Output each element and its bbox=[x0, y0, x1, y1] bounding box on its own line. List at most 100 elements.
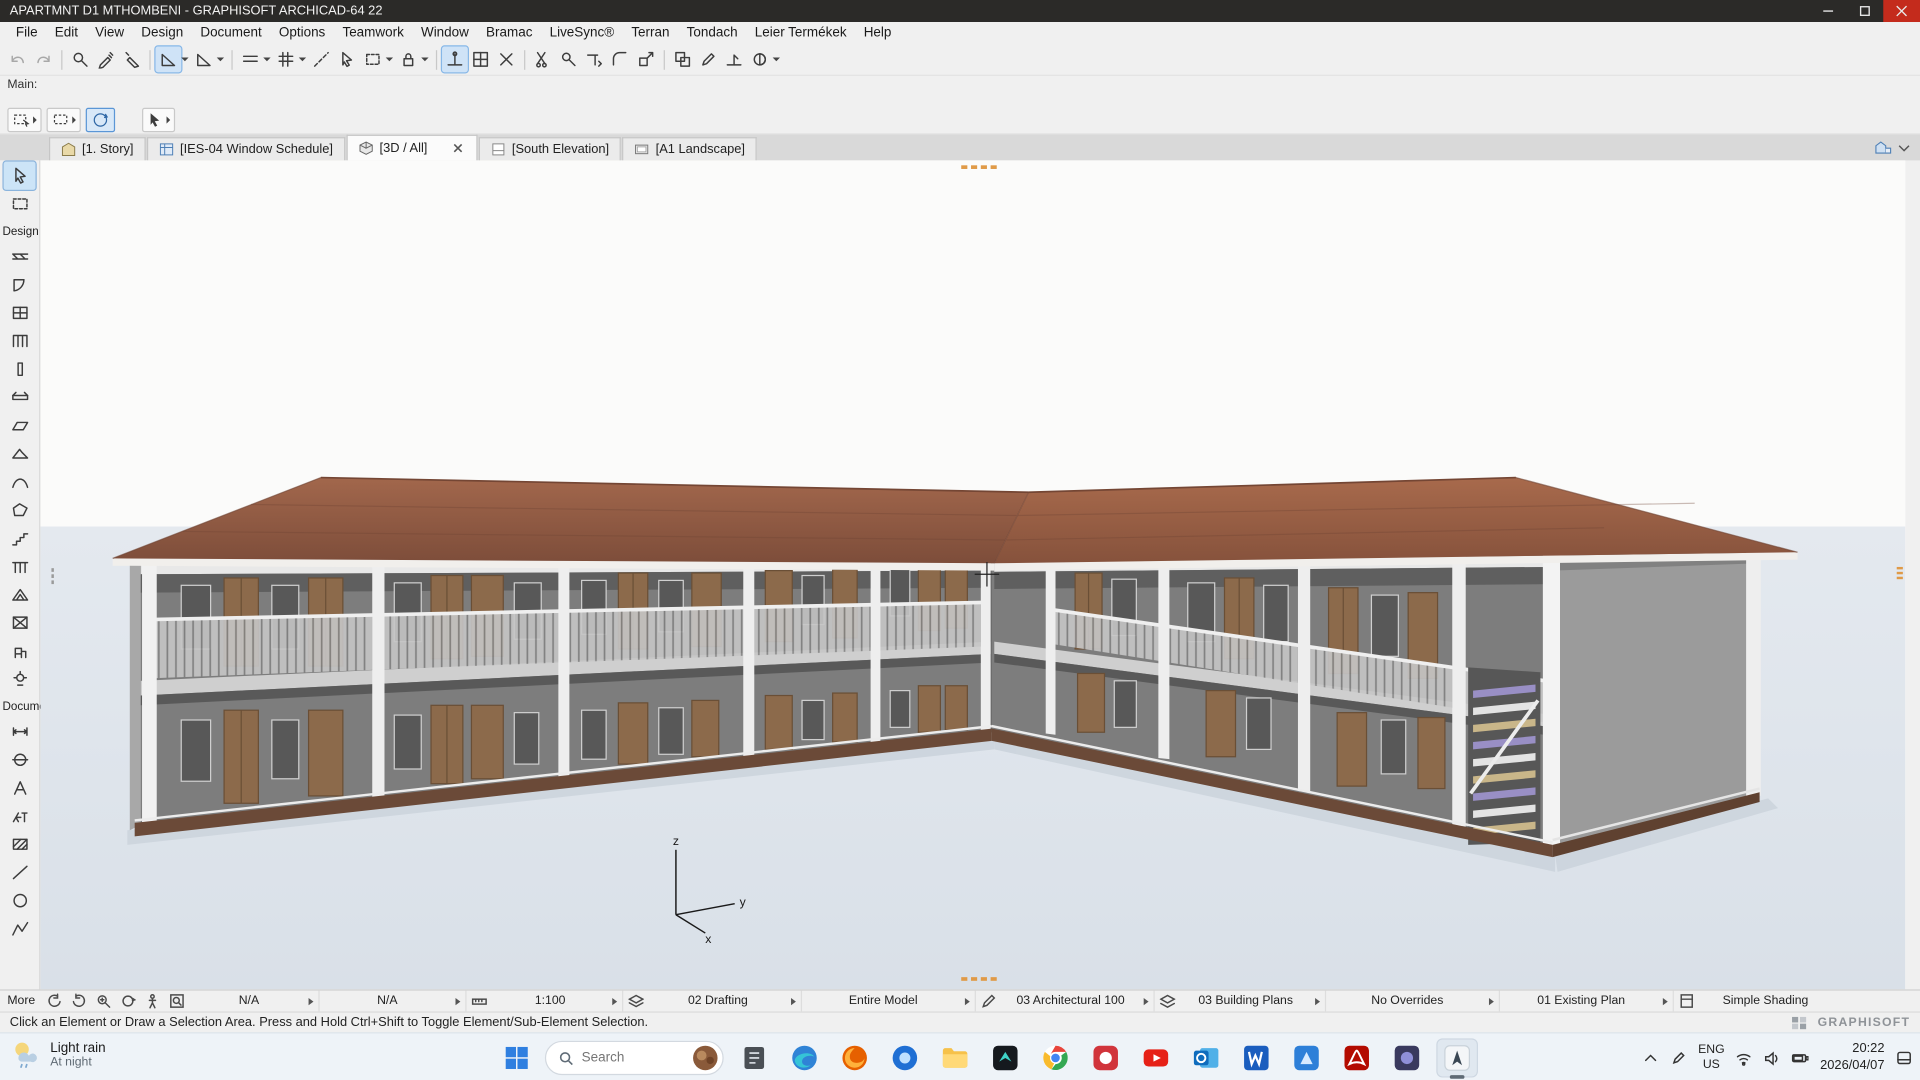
clock[interactable]: 20:22 2026/04/07 bbox=[1820, 1041, 1884, 1073]
zoom-icon[interactable] bbox=[92, 991, 116, 1011]
wall-reference-dropdown-icon[interactable] bbox=[263, 58, 270, 62]
adjust-icon[interactable] bbox=[556, 47, 582, 73]
beam-tool[interactable] bbox=[4, 383, 36, 411]
pen-set-field[interactable]: 03 Architectural 100 bbox=[976, 991, 1155, 1012]
notification-center-icon[interactable] bbox=[1896, 1049, 1913, 1066]
marquee-select-expander-icon[interactable] bbox=[33, 116, 37, 123]
taskbar-search[interactable] bbox=[545, 1041, 724, 1075]
volume-icon[interactable] bbox=[1764, 1049, 1781, 1066]
zone-tool[interactable] bbox=[4, 609, 36, 637]
menu-terran[interactable]: Terran bbox=[623, 24, 678, 41]
taskbar-app-files[interactable] bbox=[735, 1040, 774, 1077]
shadow-settings-icon[interactable] bbox=[747, 47, 773, 73]
menu-livesync[interactable]: LiveSync® bbox=[541, 24, 623, 41]
grid-snap-dropdown-icon[interactable] bbox=[299, 58, 306, 62]
set-square-alt-dropdown-icon[interactable] bbox=[217, 58, 224, 62]
shadow-settings-dropdown-icon[interactable] bbox=[773, 58, 780, 62]
text-tool[interactable] bbox=[4, 774, 36, 802]
more-button[interactable]: More bbox=[0, 994, 43, 1007]
taskbar-app-firefox[interactable] bbox=[835, 1040, 874, 1077]
taskbar-app-archicad[interactable] bbox=[1438, 1040, 1477, 1077]
taskbar-app-acrobat[interactable] bbox=[1337, 1040, 1376, 1077]
close-button[interactable] bbox=[1883, 0, 1920, 22]
annotate-pencil-icon[interactable] bbox=[696, 47, 722, 73]
menu-bramac[interactable]: Bramac bbox=[477, 24, 541, 41]
tab-story[interactable]: [1. Story] bbox=[49, 137, 146, 160]
close-tab-icon[interactable] bbox=[451, 141, 466, 156]
menu-file[interactable]: File bbox=[7, 24, 46, 41]
marquee-options-dropdown-icon[interactable] bbox=[386, 58, 393, 62]
search-input[interactable] bbox=[582, 1051, 685, 1066]
pane-splitter-handle-right[interactable] bbox=[1897, 567, 1903, 579]
pen-input-icon[interactable] bbox=[1670, 1049, 1687, 1066]
taskbar-app-file-explorer[interactable] bbox=[936, 1040, 975, 1077]
menu-options[interactable]: Options bbox=[270, 24, 334, 41]
label-tool[interactable] bbox=[4, 802, 36, 830]
level-dimension-tool[interactable] bbox=[4, 746, 36, 774]
curtain-wall-tool[interactable] bbox=[4, 327, 36, 355]
roof-tool[interactable] bbox=[4, 440, 36, 468]
stair-tool[interactable] bbox=[4, 524, 36, 552]
object-tool[interactable] bbox=[4, 637, 36, 665]
taskbar-app-azure[interactable] bbox=[1287, 1040, 1326, 1077]
minimize-button[interactable] bbox=[1810, 0, 1847, 22]
menu-design[interactable]: Design bbox=[133, 24, 192, 41]
tray-overflow-icon[interactable] bbox=[1642, 1049, 1659, 1066]
menu-teamwork[interactable]: Teamwork bbox=[334, 24, 413, 41]
line-tool[interactable] bbox=[4, 858, 36, 886]
grid-display-icon[interactable] bbox=[468, 47, 494, 73]
marquee-select-button[interactable] bbox=[7, 107, 41, 131]
layer-field[interactable]: 02 Drafting bbox=[623, 991, 802, 1012]
guide-line-icon[interactable] bbox=[309, 47, 335, 73]
graphic-override-field[interactable]: No Overrides bbox=[1326, 991, 1500, 1012]
split-icon[interactable] bbox=[530, 47, 556, 73]
renovation-filter-field[interactable]: 01 Existing Plan bbox=[1500, 991, 1674, 1012]
menu-window[interactable]: Window bbox=[412, 24, 477, 41]
set-square-alt-icon[interactable] bbox=[191, 47, 217, 73]
scale-field[interactable]: 1:100 bbox=[466, 991, 623, 1012]
viewport-3d[interactable]: z y x bbox=[40, 160, 1905, 989]
field-1[interactable]: N/A bbox=[190, 991, 320, 1012]
arrow-tool-expander-icon[interactable] bbox=[167, 116, 171, 123]
battery-icon[interactable] bbox=[1792, 1049, 1809, 1066]
trim-icon[interactable] bbox=[582, 47, 608, 73]
taskbar-app-edge[interactable] bbox=[785, 1040, 824, 1077]
marquee-tool[interactable] bbox=[4, 190, 36, 218]
marquee-mode-button[interactable] bbox=[47, 107, 81, 131]
shell-tool[interactable] bbox=[4, 468, 36, 496]
cursor-snap-icon[interactable] bbox=[334, 47, 360, 73]
language-indicator[interactable]: ENG US bbox=[1698, 1043, 1725, 1071]
tab-3d-all[interactable]: [3D / All] bbox=[346, 135, 477, 161]
marquee-options-icon[interactable] bbox=[360, 47, 386, 73]
menu-help[interactable]: Help bbox=[855, 24, 900, 41]
menu-document[interactable]: Document bbox=[192, 24, 271, 41]
orbit-icon[interactable] bbox=[116, 991, 140, 1011]
resize-icon[interactable] bbox=[633, 47, 659, 73]
door-tool[interactable] bbox=[4, 271, 36, 299]
menu-edit[interactable]: Edit bbox=[46, 24, 86, 41]
railing-tool[interactable] bbox=[4, 552, 36, 580]
inject-parameters-icon[interactable] bbox=[119, 47, 145, 73]
wall-reference-icon[interactable] bbox=[238, 47, 264, 73]
tab-overflow-icon[interactable] bbox=[1896, 140, 1913, 156]
redo-icon[interactable] bbox=[31, 47, 57, 73]
column-tool[interactable] bbox=[4, 355, 36, 383]
structure-display-field[interactable]: Entire Model bbox=[802, 991, 976, 1012]
menu-tondach[interactable]: Tondach bbox=[678, 24, 746, 41]
dimension-tool[interactable] bbox=[4, 718, 36, 746]
grid-snap-icon[interactable] bbox=[273, 47, 299, 73]
fill-tool[interactable] bbox=[4, 830, 36, 858]
taskbar-app-word[interactable] bbox=[1237, 1040, 1276, 1077]
intersect-icon[interactable] bbox=[607, 47, 633, 73]
pane-splitter-handle-left[interactable] bbox=[51, 568, 53, 584]
group-lock-dropdown-icon[interactable] bbox=[421, 58, 428, 62]
window-tool[interactable] bbox=[4, 299, 36, 327]
wall-tool[interactable] bbox=[4, 242, 36, 270]
explore-walk-icon[interactable] bbox=[141, 991, 165, 1011]
taskbar-app-dark[interactable] bbox=[986, 1040, 1025, 1077]
fit-in-window-icon[interactable] bbox=[165, 991, 189, 1011]
forward-view-icon[interactable] bbox=[67, 991, 91, 1011]
tab-south-elevation[interactable]: [South Elevation] bbox=[479, 137, 622, 160]
undo-icon[interactable] bbox=[5, 47, 31, 73]
polyline-tool[interactable] bbox=[4, 915, 36, 943]
